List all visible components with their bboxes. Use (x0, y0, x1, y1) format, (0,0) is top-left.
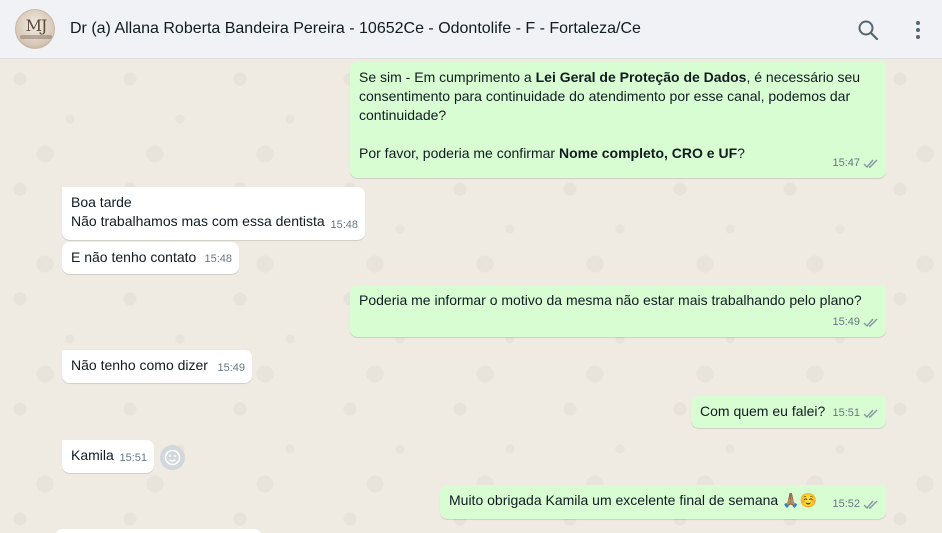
message-text-line: Não trabalhamos mas com essa dentista (71, 213, 325, 229)
message-text: Por favor, poderia me confirmar Nome com… (359, 144, 877, 163)
avatar-decoration (20, 35, 52, 39)
message-text-part: Por favor, poderia me confirmar (359, 145, 559, 161)
avatar-monogram: MJ (25, 16, 48, 35)
message-meta: 15:47 (832, 154, 879, 173)
message-text-part: Se sim - Em cumprimento a (359, 69, 536, 85)
read-ticks-icon (863, 159, 878, 169)
outgoing-message[interactable]: Se sim - Em cumprimento a Lei Geral de P… (350, 62, 886, 178)
message-text-bold: Nome completo, CRO e UF (558, 145, 738, 161)
incoming-message[interactable]: Boa tarde Não trabalhamos mas com essa d… (62, 187, 365, 240)
message-time: 15:48 (330, 219, 358, 231)
menu-dots-icon[interactable] (906, 18, 930, 42)
message-text-line: Boa tarde (71, 194, 132, 210)
message-time: 15:52 (832, 498, 860, 510)
outgoing-message[interactable]: Poderia me informar o motivo da mesma nã… (350, 285, 886, 337)
incoming-message[interactable]: E não tenho contato 15:48 (62, 242, 239, 274)
message-meta: 15:51 (119, 449, 147, 468)
message-meta: 15:48 (204, 250, 232, 269)
smiley-icon (164, 449, 181, 466)
incoming-message-partial[interactable] (55, 529, 262, 533)
message-time: 15:51 (119, 452, 147, 464)
message-list[interactable]: Se sim - Em cumprimento a Lei Geral de P… (0, 59, 942, 533)
message-time: 15:51 (832, 407, 860, 419)
incoming-message[interactable]: Não tenho como dizer 15:49 (62, 350, 252, 383)
read-ticks-icon (863, 318, 878, 328)
message-text: Poderia me informar o motivo da mesma nã… (359, 292, 862, 308)
read-ticks-icon (863, 500, 878, 510)
react-emoji-button[interactable] (160, 445, 185, 470)
message-meta: 15:52 (832, 495, 879, 514)
contact-avatar[interactable]: MJ (15, 9, 55, 49)
message-text-part: ? (737, 145, 745, 161)
message-text-bold: Lei Geral de Proteção de Dados (535, 69, 747, 85)
search-icon[interactable] (856, 18, 880, 42)
message-meta: 15:49 (832, 313, 879, 332)
message-time: 15:49 (217, 362, 245, 374)
message-text: Se sim - Em cumprimento a Lei Geral de P… (359, 68, 877, 125)
message-time: 15:48 (204, 253, 232, 265)
message-time: 15:47 (832, 157, 860, 169)
chat-header: MJ Dr (a) Allana Roberta Bandeira Pereir… (0, 0, 942, 59)
contact-name[interactable]: Dr (a) Allana Roberta Bandeira Pereira -… (70, 20, 641, 38)
message-text: Muito obrigada Kamila um excelente final… (449, 492, 817, 508)
outgoing-message[interactable]: Com quem eu falei? 15:51 (691, 396, 886, 428)
message-meta: 15:49 (217, 359, 245, 378)
message-meta: 15:51 (832, 404, 879, 423)
message-time: 15:49 (832, 316, 860, 328)
incoming-message[interactable]: Kamila 15:51 (62, 440, 154, 473)
message-meta: 15:48 (330, 216, 358, 235)
read-ticks-icon (863, 409, 878, 419)
outgoing-message[interactable]: Muito obrigada Kamila um excelente final… (440, 485, 886, 519)
